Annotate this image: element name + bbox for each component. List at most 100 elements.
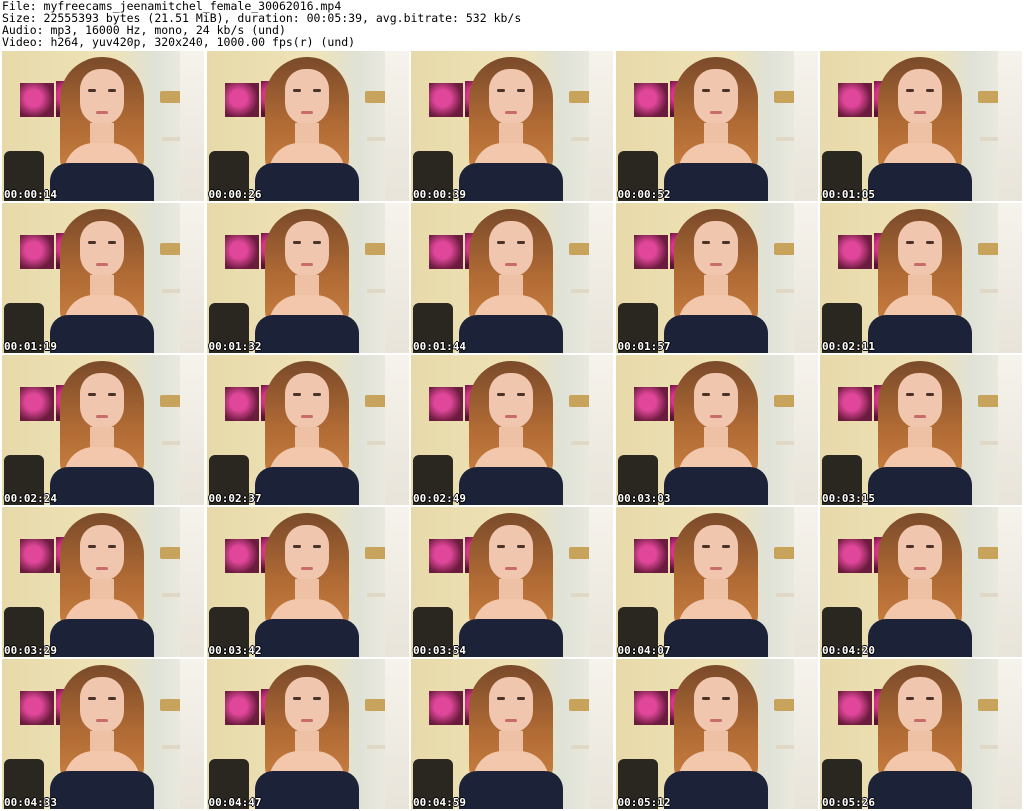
person-eye [497, 545, 505, 548]
person-mouth [709, 415, 722, 418]
wall-picture [429, 387, 463, 421]
thumbnail-timestamp: 00:00:26 [208, 188, 262, 201]
thumbnail-timestamp: 00:01:57 [617, 340, 671, 353]
person-eye [108, 89, 116, 92]
wall-picture [633, 691, 668, 725]
person-eye [701, 89, 710, 92]
video-thumbnail[interactable]: 00:04:20 [820, 507, 1022, 657]
person-top [254, 315, 359, 353]
person-eye [701, 241, 710, 244]
person-top [50, 467, 154, 505]
person-top [50, 771, 154, 809]
person-eye [108, 241, 116, 244]
door [589, 51, 613, 201]
thumbnail-timestamp: 00:03:03 [617, 492, 671, 505]
wall-picture [20, 83, 54, 117]
video-thumbnail[interactable]: 00:05:26 [820, 659, 1022, 809]
wall-picture [20, 691, 54, 725]
video-thumbnail[interactable]: 00:03:03 [615, 355, 818, 505]
video-info-line: Video: h264, yuv420p, 320x240, 1000.00 f… [2, 35, 356, 49]
person-mouth [300, 111, 313, 114]
door [998, 355, 1022, 505]
person-eye [292, 545, 301, 548]
video-thumbnail[interactable]: 00:00:52 [615, 51, 818, 201]
wall-picture [224, 539, 259, 573]
person-top [459, 315, 563, 353]
person-top [254, 467, 359, 505]
person-mouth [300, 263, 313, 266]
video-thumbnail[interactable]: 00:04:07 [615, 507, 818, 657]
person-top [663, 315, 768, 353]
video-thumbnail[interactable]: 00:03:29 [2, 507, 204, 657]
person-face [284, 677, 329, 733]
video-thumbnail[interactable]: 00:01:44 [411, 203, 613, 353]
video-thumbnail[interactable]: 00:02:37 [206, 355, 409, 505]
person-face [489, 373, 533, 429]
person-top [663, 467, 768, 505]
person-eye [517, 545, 525, 548]
door [793, 659, 818, 809]
person-mouth [709, 719, 722, 722]
person-mouth [96, 111, 108, 114]
person-face [80, 373, 124, 429]
video-thumbnail[interactable]: 00:01:19 [2, 203, 204, 353]
person-top [663, 771, 768, 809]
person-mouth [300, 415, 313, 418]
person-eye [312, 241, 321, 244]
wall-picture [429, 691, 463, 725]
door [793, 203, 818, 353]
video-thumbnail[interactable]: 00:02:24 [2, 355, 204, 505]
door [589, 659, 613, 809]
thumbnail-timestamp: 00:04:59 [413, 796, 466, 809]
video-thumbnail[interactable]: 00:00:39 [411, 51, 613, 201]
video-thumbnail[interactable]: 00:02:49 [411, 355, 613, 505]
person-eye [721, 545, 730, 548]
person-mouth [505, 415, 517, 418]
video-thumbnail[interactable]: 00:00:14 [2, 51, 204, 201]
person-face [693, 373, 738, 429]
door [384, 51, 409, 201]
thumbnail-timestamp: 00:03:54 [413, 644, 466, 657]
person-top [868, 467, 972, 505]
person-mouth [96, 263, 108, 266]
person-eye [926, 393, 934, 396]
person-face [284, 69, 329, 125]
person-eye [926, 89, 934, 92]
door [589, 355, 613, 505]
person-eye [497, 241, 505, 244]
video-thumbnail[interactable]: 00:04:47 [206, 659, 409, 809]
video-thumbnail[interactable]: 00:02:11 [820, 203, 1022, 353]
video-thumbnail[interactable]: 00:03:54 [411, 507, 613, 657]
person-top [254, 163, 359, 201]
thumbnail-timestamp: 00:02:37 [208, 492, 262, 505]
person-eye [701, 393, 710, 396]
video-thumbnail[interactable]: 00:05:12 [615, 659, 818, 809]
wall-picture [224, 235, 259, 269]
person-mouth [709, 263, 722, 266]
person-face [898, 525, 942, 581]
person-eye [926, 545, 934, 548]
thumbnail-timestamp: 00:02:49 [413, 492, 466, 505]
thumbnail-timestamp: 00:04:07 [617, 644, 671, 657]
video-thumbnail[interactable]: 00:01:57 [615, 203, 818, 353]
video-thumbnail[interactable]: 00:01:32 [206, 203, 409, 353]
wall-picture [838, 83, 872, 117]
video-thumbnail[interactable]: 00:04:59 [411, 659, 613, 809]
video-thumbnail[interactable]: 00:04:33 [2, 659, 204, 809]
person-mouth [505, 263, 517, 266]
person-mouth [96, 719, 108, 722]
person-mouth [505, 567, 517, 570]
person-face [898, 677, 942, 733]
person-mouth [914, 263, 926, 266]
wall-picture [838, 691, 872, 725]
person-top [254, 771, 359, 809]
video-thumbnail[interactable]: 00:03:15 [820, 355, 1022, 505]
person-eye [497, 89, 505, 92]
door [793, 507, 818, 657]
video-thumbnail[interactable]: 00:01:05 [820, 51, 1022, 201]
person-eye [312, 393, 321, 396]
video-thumbnail[interactable]: 00:03:42 [206, 507, 409, 657]
video-thumbnail[interactable]: 00:00:26 [206, 51, 409, 201]
person-face [80, 221, 124, 277]
file-info-header: File: myfreecams_jeenamitchel_female_300… [2, 0, 1022, 50]
